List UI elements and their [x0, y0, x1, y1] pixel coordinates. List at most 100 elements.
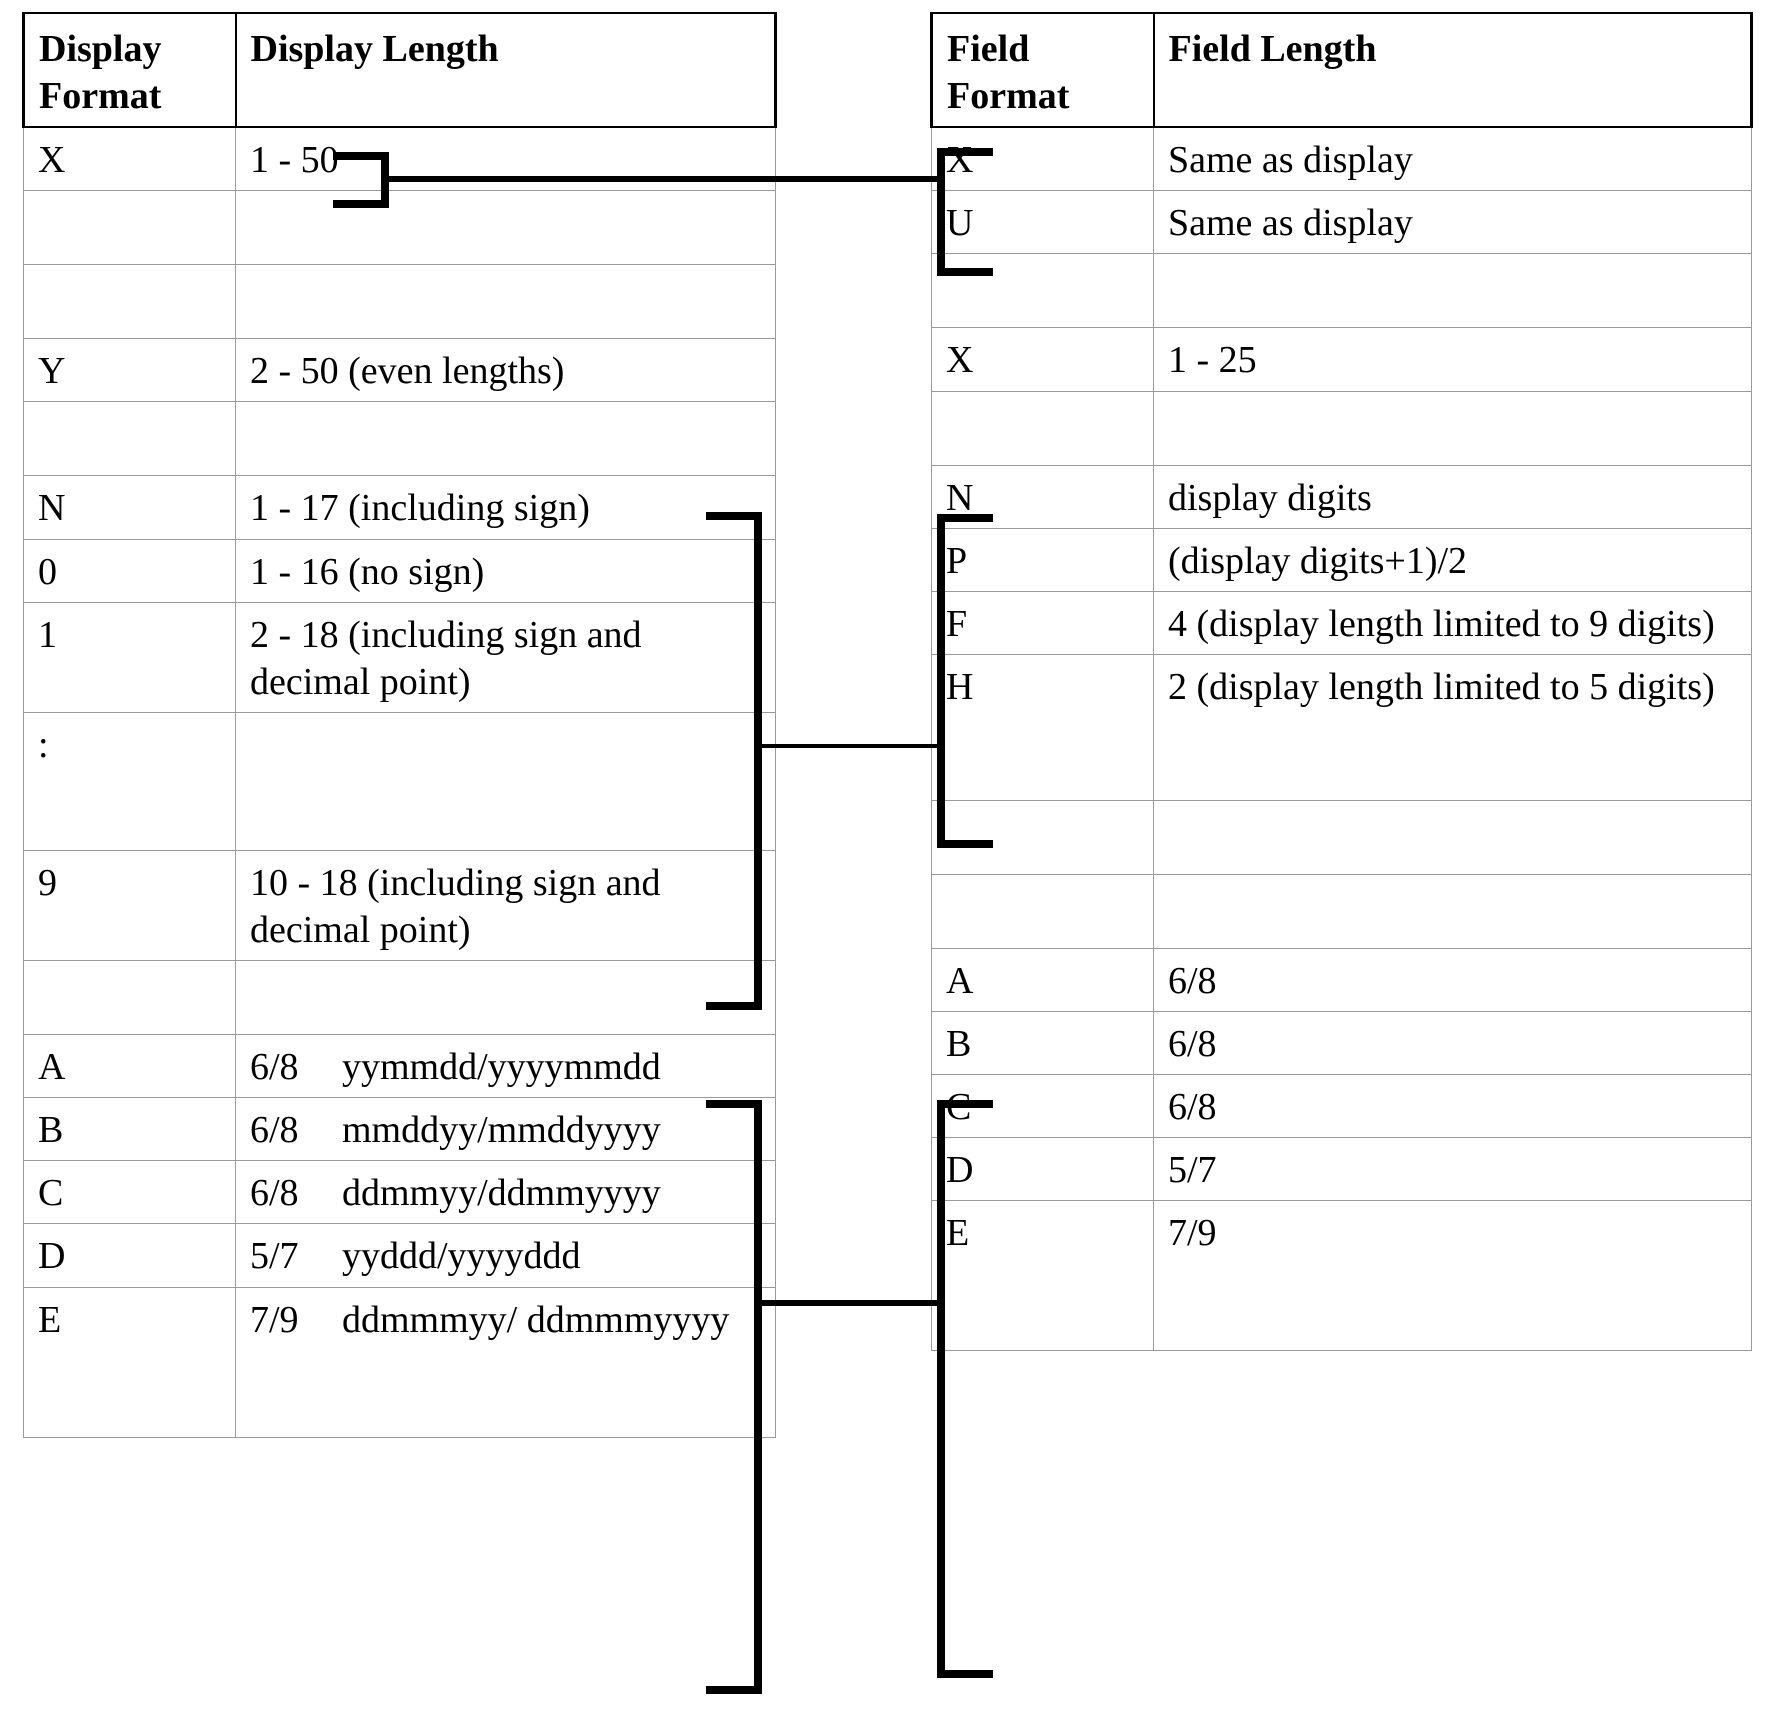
- field-length-cell: 6/8: [1153, 947, 1752, 1012]
- field-format-cell: F: [931, 590, 1154, 655]
- field-length-cell: [1153, 799, 1752, 875]
- field-format-cell: U: [931, 190, 1154, 255]
- table-row: A 6/8 yymmdd/yyyymmdd: [23, 1034, 776, 1099]
- display-length-cell: 6/8 yymmdd/yyyymmdd: [235, 1034, 776, 1099]
- field-format-cell: D: [931, 1137, 1154, 1202]
- display-length-cell: 7/9 ddmmmyy/ ddmmmyyyy: [235, 1286, 776, 1438]
- field-length-cell: Same as display: [1153, 190, 1752, 255]
- field-format-cell: H: [931, 653, 1154, 801]
- table-row: E 7/9: [931, 1200, 1752, 1352]
- field-length-cell: [1153, 390, 1752, 466]
- display-format-table: Display Format Display Length X 1 - 50 Y…: [22, 11, 777, 1438]
- display-length-cell: 2 - 50 (even lengths): [235, 338, 776, 403]
- table-row: P (display digits+1)/2: [931, 527, 1752, 592]
- display-format-cell: N: [23, 475, 236, 540]
- date-right-bracket-bottom: [937, 1670, 993, 1678]
- table-row: [931, 253, 1752, 329]
- date-pattern-value: mmddyy/mmddyyyy: [342, 1109, 661, 1152]
- field-length-cell: 6/8: [1153, 1010, 1752, 1076]
- table-row: H 2 (display length limited to 5 digits): [931, 653, 1752, 801]
- date-pattern-value: ddmmmyy/ ddmmmyyyy: [342, 1298, 730, 1341]
- field-format-cell: C: [931, 1074, 1154, 1139]
- field-length-cell: 7/9: [1153, 1200, 1752, 1352]
- column-header-field-length: Field Length: [1152, 11, 1753, 129]
- display-length-cell: [235, 401, 776, 477]
- table-row: [23, 401, 776, 477]
- numeric-connector-line: [760, 744, 942, 748]
- table-row: F 4 (display length limited to 9 digits): [931, 590, 1752, 655]
- date-length-value: 6/8: [250, 1046, 299, 1089]
- date-length-value: 6/8: [250, 1109, 299, 1152]
- date-left-bracket-bottom: [706, 1686, 762, 1694]
- display-length-cell: [235, 264, 776, 340]
- field-format-cell: [931, 390, 1154, 466]
- table-row: C 6/8 ddmmyy/ddmmyyyy: [23, 1160, 776, 1225]
- table-row: D 5/7 yyddd/yyyyddd: [23, 1223, 776, 1288]
- display-length-cell: 6/8 ddmmyy/ddmmyyyy: [235, 1160, 776, 1225]
- table-row: 9 10 - 18 (including sign and decimal po…: [23, 849, 776, 962]
- column-header-display-format: Display Format: [22, 11, 237, 129]
- table-row: C 6/8: [931, 1074, 1752, 1139]
- field-length-cell: 1 - 25: [1153, 327, 1752, 392]
- display-length-cell: 1 - 17 (including sign): [235, 475, 776, 540]
- display-format-cell: X: [23, 126, 236, 192]
- display-format-cell: Y: [23, 338, 236, 403]
- field-length-cell: 5/7: [1153, 1137, 1752, 1202]
- date-pattern-value: yyddd/yyyyddd: [342, 1235, 581, 1278]
- table-row: 0 1 - 16 (no sign): [23, 538, 776, 603]
- field-format-cell: E: [931, 1200, 1154, 1352]
- display-format-cell: [23, 960, 236, 1036]
- column-header-field-format: Field Format: [930, 11, 1155, 129]
- date-connector-line: [760, 1300, 942, 1306]
- date-length-value: 7/9: [250, 1298, 299, 1341]
- table-row: B 6/8: [931, 1010, 1752, 1076]
- display-format-cell: [23, 264, 236, 340]
- table-header-row: Field Format Field Length: [930, 11, 1753, 129]
- table-row: [931, 873, 1752, 949]
- display-length-cell: [235, 960, 776, 1036]
- display-length-cell: [235, 190, 776, 266]
- display-format-cell: E: [23, 1286, 236, 1438]
- table-row: N 1 - 17 (including sign): [23, 475, 776, 540]
- table-row: X 1 - 50: [23, 126, 776, 192]
- field-format-table: Field Format Field Length X Same as disp…: [930, 11, 1753, 1352]
- table-row: [931, 390, 1752, 466]
- table-row: Y 2 - 50 (even lengths): [23, 338, 776, 403]
- display-format-cell: B: [23, 1097, 236, 1162]
- display-format-cell: 9: [23, 849, 236, 962]
- display-length-cell: [235, 711, 776, 851]
- table-row: [23, 190, 776, 266]
- field-length-cell: Same as display: [1153, 126, 1752, 192]
- diagram-page: Display Format Display Length X 1 - 50 Y…: [0, 0, 1772, 1720]
- display-length-cell: 1 - 50: [235, 126, 776, 192]
- display-format-cell: D: [23, 1223, 236, 1288]
- display-format-cell: C: [23, 1160, 236, 1225]
- column-header-display-length: Display Length: [234, 11, 777, 129]
- table-row: X Same as display: [931, 126, 1752, 192]
- display-format-cell: 1: [23, 601, 236, 713]
- field-format-cell: [931, 873, 1154, 949]
- table-row: [931, 799, 1752, 875]
- field-format-cell: [931, 253, 1154, 329]
- date-pattern-value: ddmmyy/ddmmyyyy: [342, 1172, 661, 1215]
- table-row: A 6/8: [931, 947, 1752, 1012]
- field-format-cell: B: [931, 1010, 1154, 1076]
- table-row: N display digits: [931, 464, 1752, 529]
- field-length-cell: 2 (display length limited to 5 digits): [1153, 653, 1752, 801]
- table-row: X 1 - 25: [931, 327, 1752, 392]
- display-format-cell: 0: [23, 538, 236, 603]
- display-length-cell: 1 - 16 (no sign): [235, 538, 776, 603]
- date-pattern-value: yymmdd/yyyymmdd: [342, 1046, 661, 1089]
- table-row: U Same as display: [931, 190, 1752, 255]
- field-length-cell: 4 (display length limited to 9 digits): [1153, 590, 1752, 655]
- field-format-cell: X: [931, 126, 1154, 192]
- display-length-cell: 2 - 18 (including sign and decimal point…: [235, 601, 776, 713]
- table-row: 1 2 - 18 (including sign and decimal poi…: [23, 601, 776, 713]
- date-length-value: 5/7: [250, 1235, 299, 1278]
- table-header-row: Display Format Display Length: [22, 11, 777, 129]
- display-format-cell: A: [23, 1034, 236, 1099]
- table-row: E 7/9 ddmmmyy/ ddmmmyyyy: [23, 1286, 776, 1438]
- display-format-cell: :: [23, 711, 236, 851]
- table-row: D 5/7: [931, 1137, 1752, 1202]
- field-length-cell: (display digits+1)/2: [1153, 527, 1752, 592]
